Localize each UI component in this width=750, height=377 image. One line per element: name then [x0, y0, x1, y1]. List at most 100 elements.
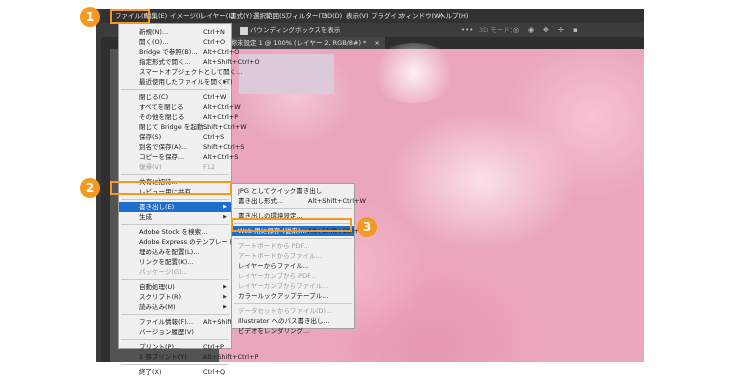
- menu-item-label: 閉じて Bridge を起動...: [139, 123, 210, 131]
- menu-item-shortcut: Alt+Ctrl+P: [203, 113, 239, 121]
- document-tab[interactable]: 名称未設定 1 @ 100% (レイヤー 2, RGB/8#) * ×: [219, 37, 385, 49]
- menu-item[interactable]: 自動処理(U) ▶: [119, 282, 231, 292]
- menu-item[interactable]: 指定形式で開く... Alt+Shift+Ctrl+O: [119, 57, 260, 67]
- menu-help[interactable]: ヘルプ(H): [439, 11, 468, 21]
- menu-item[interactable]: 生成 ▶: [119, 212, 231, 222]
- bounding-box-checkbox[interactable]: [240, 27, 248, 35]
- 3d-mode-label: 3D モード：: [479, 26, 517, 34]
- menu-item: アートボードから PDF...: [232, 241, 354, 251]
- menu-item[interactable]: スマートオブジェクトとして開く...: [119, 67, 242, 77]
- menu-item-label: Illustrator へのパス書き出し...: [238, 317, 330, 325]
- menu-item[interactable]: Adobe Express のテンプレートの検索...: [119, 237, 260, 247]
- step-badge-3: 3: [357, 217, 377, 237]
- menu-image[interactable]: イメージ(I): [170, 11, 203, 21]
- menu-separator: [121, 339, 229, 340]
- menu-item[interactable]: その他を閉じる Alt+Ctrl+P: [119, 112, 238, 122]
- menu-item-label: 保存(S): [139, 133, 162, 141]
- menu-item-label: レイヤーからファイル...: [238, 262, 310, 270]
- step-badge-1: 1: [80, 7, 100, 27]
- menu-item[interactable]: ファイル情報(F)... Alt+Shift+Ctrl+I: [119, 317, 256, 327]
- menu-item-label: その他を閉じる: [139, 113, 185, 121]
- menu-filter[interactable]: フィルター(T): [286, 11, 327, 21]
- menu-item[interactable]: カラールックアップテーブル...: [232, 291, 354, 301]
- photo-highlight: [369, 43, 459, 103]
- menu-item[interactable]: 新規(N)... Ctrl+N: [119, 27, 231, 37]
- menu-3d[interactable]: 3D(D): [323, 11, 342, 21]
- scale-3d-icon[interactable]: ▪: [573, 25, 578, 35]
- menu-item-label: 開く(O)...: [139, 38, 169, 46]
- menu-item[interactable]: 読み込み(M) ▶: [119, 302, 231, 312]
- menu-item-shortcut: Ctrl+S: [203, 133, 225, 141]
- submenu-arrow-icon: ▶: [223, 284, 227, 290]
- menu-item[interactable]: 埋め込みを配置(L)...: [119, 247, 231, 257]
- menu-item[interactable]: 1 部プリント(Y) Alt+Shift+Ctrl+P: [119, 352, 258, 362]
- slide-3d-icon[interactable]: ✛: [558, 25, 564, 35]
- orbit-3d-icon[interactable]: ◎: [513, 25, 519, 35]
- menu-item-shortcut: Ctrl+O: [203, 38, 226, 46]
- submenu-arrow-icon: ▶: [223, 304, 227, 310]
- menu-item-shortcut: Alt+Ctrl+W: [203, 103, 241, 111]
- menu-select[interactable]: 選択範囲(S): [253, 11, 288, 21]
- menu-item[interactable]: 閉じて Bridge を起動... Shift+Ctrl+W: [119, 122, 247, 132]
- roll-3d-icon[interactable]: ◉: [528, 25, 534, 35]
- menu-item-label: プリント(P)...: [139, 343, 181, 351]
- menu-item[interactable]: ビデオをレンダリング...: [232, 326, 354, 336]
- close-icon[interactable]: ×: [374, 39, 379, 47]
- menu-item[interactable]: 開く(O)... Ctrl+O: [119, 37, 231, 47]
- menu-item[interactable]: コピーを保存... Alt+Ctrl+S: [119, 152, 238, 162]
- menu-item[interactable]: すべてを閉じる Alt+Ctrl+W: [119, 102, 241, 112]
- menu-item[interactable]: 終了(X) Ctrl+Q: [119, 367, 231, 377]
- menu-item-label: 自動処理(U): [139, 283, 175, 291]
- more-options-icon[interactable]: •••: [461, 25, 473, 35]
- menu-item[interactable]: 書き出し形式... Alt+Shift+Ctrl+W: [232, 196, 366, 206]
- menu-separator: [121, 224, 229, 225]
- menu-item[interactable]: 最近使用したファイルを開く(T) ▶: [119, 77, 233, 87]
- menu-item-label: カラールックアップテーブル...: [238, 292, 329, 300]
- menu-separator: [234, 238, 352, 239]
- menu-item[interactable]: スクリプト(R) ▶: [119, 292, 231, 302]
- menu-item-label: 復帰(V): [139, 163, 162, 171]
- menu-item-shortcut: Ctrl+Q: [203, 368, 226, 376]
- menu-type[interactable]: 書式(Y): [230, 11, 252, 21]
- drag-3d-icon[interactable]: ✥: [543, 25, 549, 35]
- menu-item[interactable]: レイヤーからファイル...: [232, 261, 354, 271]
- menu-item[interactable]: Adobe Stock を検索...: [119, 227, 231, 237]
- menu-item-label: 新規(N)...: [139, 28, 169, 36]
- menu-item-label: バージョン履歴(V): [139, 328, 194, 336]
- menu-item-label: 別名で保存(A)...: [139, 143, 188, 151]
- menu-item-label: アートボードからファイル...: [238, 252, 322, 260]
- menu-item[interactable]: Bridge で参照(B)... Alt+Ctrl+O: [119, 47, 239, 57]
- menu-item-label: 指定形式で開く...: [139, 58, 191, 66]
- menu-item-label: 書き出し形式...: [238, 197, 284, 205]
- menu-item-shortcut: F12: [203, 163, 216, 171]
- menu-item-label: レイヤーカンプから PDF...: [238, 272, 316, 280]
- menu-item[interactable]: リンクを配置(K)...: [119, 257, 231, 267]
- menu-item[interactable]: プリント(P)... Ctrl+P: [119, 342, 231, 352]
- menu-item[interactable]: Illustrator へのパス書き出し...: [232, 316, 354, 326]
- menu-separator: [121, 199, 229, 200]
- menu-item-label: レイヤーカンプからファイル...: [238, 282, 329, 290]
- menu-item: レイヤーカンプから PDF...: [232, 271, 354, 281]
- menu-item-label: スクリプト(R): [139, 293, 182, 301]
- menu-view[interactable]: 表示(V): [346, 11, 369, 21]
- menu-separator: [234, 303, 352, 304]
- export-submenu: JPG としてクイック書き出し 書き出し形式... Alt+Shift+Ctrl+W…: [231, 183, 366, 335]
- menu-item-label: コピーを保存...: [139, 153, 185, 161]
- menu-item[interactable]: 閉じる(C) Ctrl+W: [119, 92, 231, 102]
- menu-item[interactable]: JPG としてクイック書き出し: [232, 186, 354, 196]
- menu-item-label: ビデオをレンダリング...: [238, 327, 310, 335]
- menu-item[interactable]: バージョン履歴(V): [119, 327, 231, 337]
- menu-item-label: 埋め込みを配置(L)...: [139, 248, 200, 256]
- bounding-box-label: バウンディングボックスを表示: [250, 26, 341, 34]
- submenu-arrow-icon: ▶: [223, 204, 227, 210]
- menu-item[interactable]: 別名で保存(A)... Shift+Ctrl+S: [119, 142, 244, 152]
- menu-item-label: Bridge で参照(B)...: [139, 48, 198, 56]
- submenu-arrow-icon: ▶: [223, 294, 227, 300]
- menu-item-label: ファイル情報(F)...: [139, 318, 194, 326]
- menu-item[interactable]: 書き出し(E) ▶: [119, 202, 231, 212]
- menu-item-shortcut: Shift+Ctrl+S: [203, 143, 245, 151]
- menu-window[interactable]: ウィンドウ(W): [399, 11, 443, 21]
- tools-panel: [101, 49, 110, 362]
- menu-item-label: データセットからファイル(D)...: [238, 307, 333, 315]
- menu-item[interactable]: 保存(S) Ctrl+S: [119, 132, 231, 142]
